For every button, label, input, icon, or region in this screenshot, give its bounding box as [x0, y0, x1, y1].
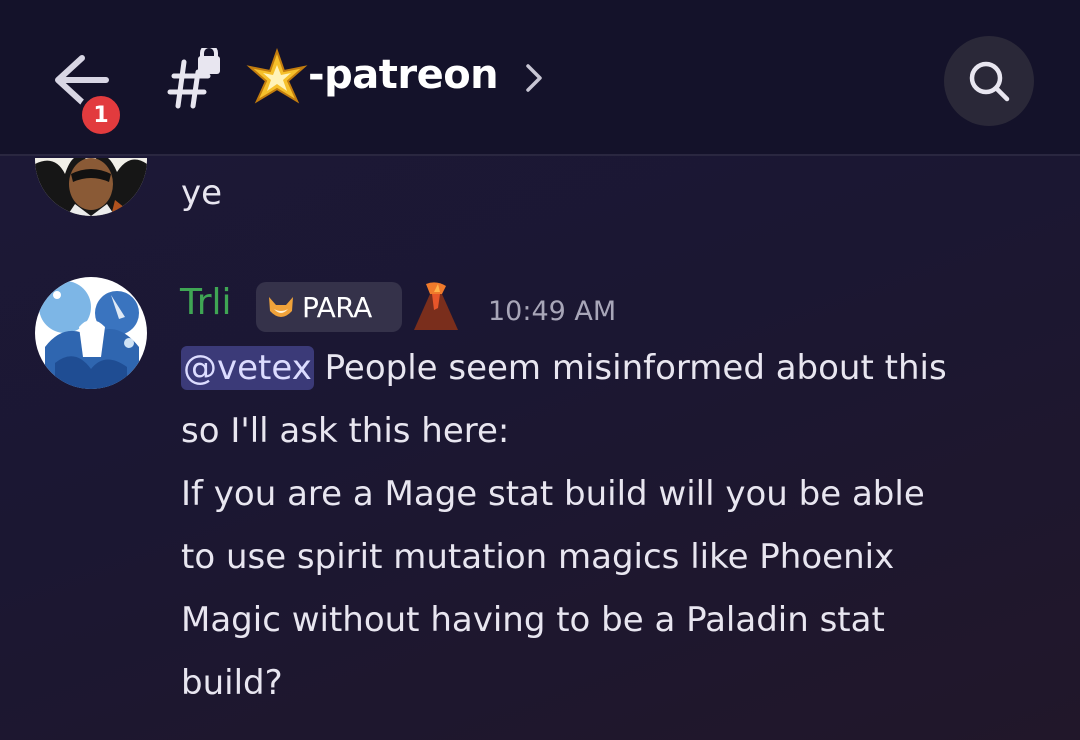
username[interactable]: Trli — [180, 282, 232, 323]
message-line: If you are a Mage stat build will you be… — [181, 474, 925, 514]
server-tag-label: PARA — [302, 290, 372, 324]
server-tag[interactable]: PARA — [256, 282, 402, 332]
message-text: ye — [181, 173, 223, 213]
sparkle-emoji-icon — [246, 47, 308, 110]
message-line: @vetex People seem misinformed about thi… — [181, 337, 1061, 400]
user-mention[interactable]: @vetex — [181, 346, 314, 390]
message-line: build? — [181, 663, 283, 703]
search-button[interactable] — [944, 36, 1034, 126]
locked-hash-icon — [160, 44, 230, 112]
volcano-icon — [412, 280, 460, 332]
message-line-text: People seem misinformed about this — [313, 348, 947, 388]
fox-icon — [269, 297, 293, 317]
channel-header: 1 -patreon — [0, 0, 1080, 156]
chevron-right-icon[interactable] — [522, 62, 546, 94]
channel-name[interactable]: -patreon — [308, 52, 499, 98]
search-icon — [969, 61, 1010, 102]
unread-badge: 1 — [78, 92, 124, 138]
message-line: Magic without having to be a Paladin sta… — [181, 600, 885, 640]
avatar[interactable] — [35, 277, 147, 389]
message-timestamp: 10:49 AM — [488, 296, 617, 327]
message-text: @vetex People seem misinformed about thi… — [181, 337, 1061, 715]
message-line: to use spirit mutation magics like Phoen… — [181, 537, 895, 577]
message-line: so I'll ask this here: — [181, 411, 510, 451]
